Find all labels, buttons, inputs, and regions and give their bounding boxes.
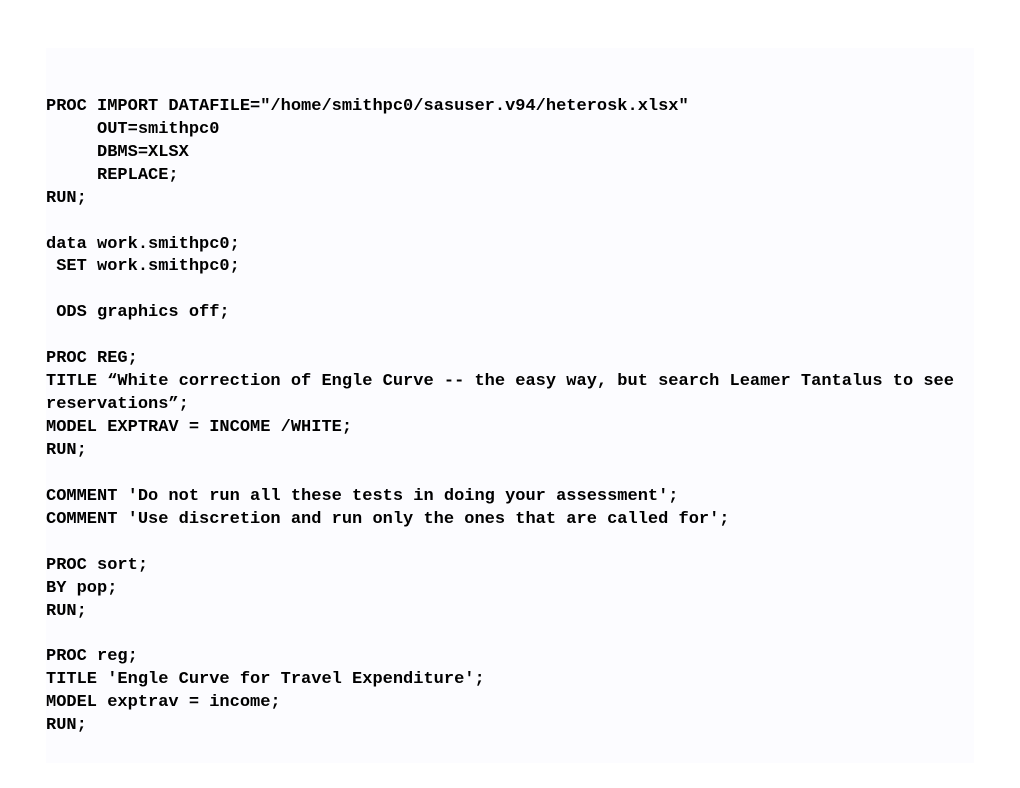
code-text: PROC IMPORT DATAFILE="/home/smithpc0/sas… (46, 96, 974, 738)
code-block: PROC IMPORT DATAFILE="/home/smithpc0/sas… (46, 48, 974, 763)
